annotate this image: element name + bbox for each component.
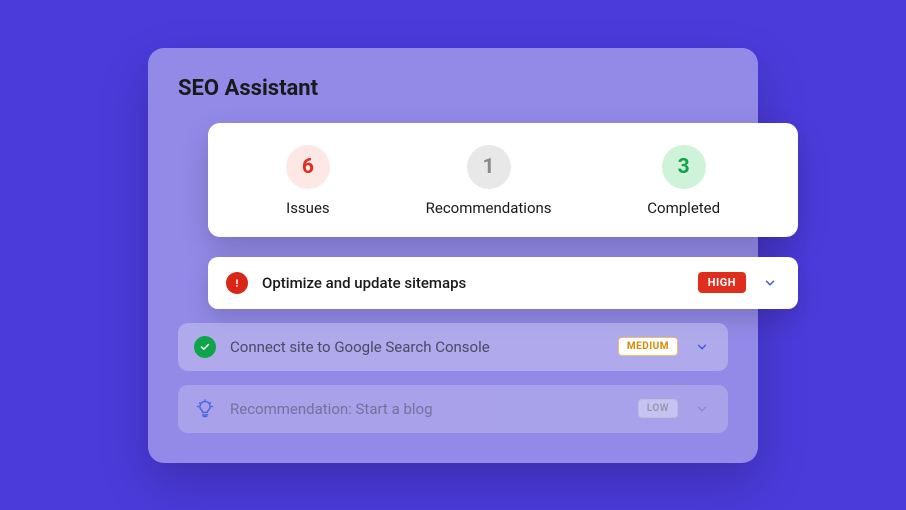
task-row[interactable]: Optimize and update sitemaps HIGH (208, 257, 798, 309)
chevron-down-icon[interactable] (760, 273, 780, 293)
task-title: Recommendation: Start a blog (230, 400, 624, 418)
issues-label: Issues (286, 199, 330, 217)
issues-count: 6 (286, 145, 330, 189)
stat-issues[interactable]: 6 Issues (286, 145, 330, 217)
priority-badge-high: HIGH (698, 272, 746, 293)
lightbulb-icon (194, 398, 216, 420)
task-title: Connect site to Google Search Console (230, 338, 604, 356)
stat-completed[interactable]: 3 Completed (647, 145, 720, 217)
stat-recommendations[interactable]: 1 Recommendations (426, 145, 552, 217)
priority-badge-low: LOW (638, 399, 678, 418)
panel-title: SEO Assistant (178, 76, 728, 101)
completed-label: Completed (647, 199, 720, 217)
task-row[interactable]: Recommendation: Start a blog LOW (178, 385, 728, 433)
alert-icon (226, 272, 248, 294)
chevron-down-icon[interactable] (692, 399, 712, 419)
check-icon (194, 336, 216, 358)
seo-assistant-panel: SEO Assistant 6 Issues 1 Recommendations… (148, 48, 758, 463)
completed-count: 3 (662, 145, 706, 189)
task-row[interactable]: Connect site to Google Search Console ME… (178, 323, 728, 371)
chevron-down-icon[interactable] (692, 337, 712, 357)
task-title: Optimize and update sitemaps (262, 274, 684, 292)
stats-card: 6 Issues 1 Recommendations 3 Completed (208, 123, 798, 237)
recommendations-label: Recommendations (426, 199, 552, 217)
priority-badge-medium: MEDIUM (618, 337, 678, 356)
recommendations-count: 1 (467, 145, 511, 189)
